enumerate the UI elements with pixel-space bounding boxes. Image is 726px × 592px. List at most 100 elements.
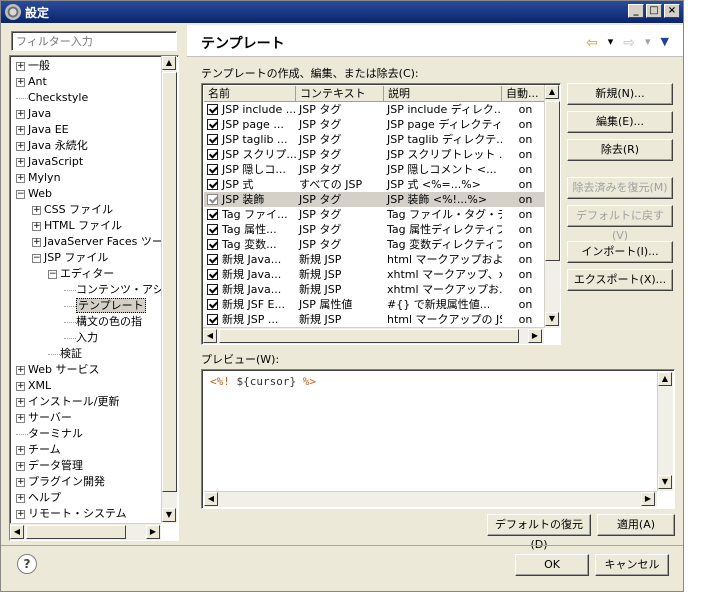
preview-horizontal-scrollbar[interactable]: ◀ ▶ (204, 491, 657, 507)
tree-item[interactable]: コンテンツ・アシ (64, 282, 164, 298)
column-header-description[interactable]: 説明 (384, 86, 502, 102)
table-row[interactable]: JSP include ... JSP タグ JSP include ディレク...… (204, 102, 546, 117)
view-menu-icon[interactable]: ▼ (661, 35, 669, 51)
table-row[interactable]: Tag ファイ... JSP タグ Tag ファイル・タグ・デ... on (204, 207, 546, 222)
table-vertical-scrollbar[interactable]: ▲ ▼ (544, 85, 560, 328)
expand-icon[interactable]: + (16, 477, 25, 487)
tree-item[interactable]: + データ管理 (16, 458, 83, 474)
table-row[interactable]: JSP 隠しコ... JSP タグ JSP 隠しコメント <... on (204, 162, 546, 177)
preview-vertical-scrollbar[interactable]: ▲ ▼ (657, 372, 673, 491)
expand-icon[interactable]: + (16, 493, 25, 503)
template-enabled-checkbox[interactable] (207, 193, 218, 205)
tree-item[interactable]: + リモート・システム (16, 506, 127, 522)
tree-item[interactable]: + 一般 (16, 58, 50, 74)
table-row[interactable]: JSP 装飾 JSP タグ JSP 装飾 <%!...%> on (204, 192, 546, 207)
back-icon[interactable]: ⇦ (586, 35, 598, 51)
tree-item[interactable]: − JSP ファイル (32, 250, 108, 266)
tree-item[interactable]: + Ant (16, 74, 47, 90)
expand-icon[interactable]: + (16, 141, 25, 151)
tree-item[interactable]: + JavaScript (16, 154, 83, 170)
tree-item[interactable]: + Java EE (16, 122, 69, 138)
table-row[interactable]: 新規 Java... 新規 JSP html マークアップおよ... on (204, 252, 546, 267)
expand-icon[interactable]: + (32, 205, 41, 215)
expand-icon[interactable]: + (16, 173, 25, 183)
new-button[interactable]: 新規(N)... (567, 83, 673, 105)
tree-item[interactable]: + XML (16, 378, 51, 394)
expand-icon[interactable]: + (16, 445, 25, 455)
template-enabled-checkbox[interactable] (207, 313, 218, 325)
cancel-button[interactable]: キャンセル (595, 554, 669, 576)
template-enabled-checkbox[interactable] (207, 283, 218, 295)
expand-icon[interactable]: + (16, 461, 25, 471)
tree-item[interactable]: − Web (16, 186, 52, 202)
table-row[interactable]: 新規 Java... 新規 JSP xhtml マークアップお... on (204, 282, 546, 297)
preview-scroll-left-arrow[interactable]: ◀ (204, 492, 218, 506)
table-row[interactable]: JSP taglib ... JSP タグ JSP taglib ディレクテ... o… (204, 132, 546, 147)
expand-icon[interactable]: + (32, 237, 41, 247)
template-enabled-checkbox[interactable] (207, 103, 218, 115)
tree-item[interactable]: 構文の色の指 (64, 314, 142, 330)
tree-scroll-thumb[interactable] (162, 72, 177, 492)
template-enabled-checkbox[interactable] (207, 163, 218, 175)
column-header-context[interactable]: コンテキスト (296, 86, 384, 102)
template-enabled-checkbox[interactable] (207, 208, 218, 220)
restore-removed-button[interactable]: 除去済みを復元(M) (567, 177, 673, 199)
collapse-icon[interactable]: − (48, 269, 57, 279)
expand-icon[interactable]: + (16, 397, 25, 407)
expand-icon[interactable]: + (16, 381, 25, 391)
preference-tree[interactable]: + 一般 + Ant Checkstyle + Java + Java EE + Java 永続化 +… (9, 55, 179, 541)
preview-scroll-down-arrow[interactable]: ▼ (658, 475, 672, 489)
forward-icon[interactable]: ⇨ (623, 35, 635, 51)
template-enabled-checkbox[interactable] (207, 238, 218, 250)
tree-item[interactable]: + Web サービス (16, 362, 99, 378)
table-row[interactable]: JSP page ... JSP タグ JSP page ディレクティブ on (204, 117, 546, 132)
template-enabled-checkbox[interactable] (207, 178, 218, 190)
tree-item[interactable]: + Java (16, 106, 51, 122)
tree-item[interactable]: 検証 (48, 346, 82, 362)
template-enabled-checkbox[interactable] (207, 118, 218, 130)
tree-item[interactable]: + サーバー (16, 410, 72, 426)
tree-item[interactable]: + Mylyn (16, 170, 61, 186)
column-header-name[interactable]: 名前 (204, 86, 296, 102)
tree-scroll-right-arrow[interactable]: ▶ (146, 525, 160, 539)
tree-item[interactable]: + CSS ファイル (32, 202, 113, 218)
import-button[interactable]: インポート(I)... (567, 241, 673, 263)
tree-item[interactable]: + インストール/更新 (16, 394, 120, 410)
table-scroll-down-arrow[interactable]: ▼ (545, 312, 559, 326)
template-enabled-checkbox[interactable] (207, 148, 218, 160)
maximize-button[interactable]: □ (646, 4, 662, 18)
tree-scroll-left-arrow[interactable]: ◀ (10, 525, 24, 539)
expand-icon[interactable]: + (16, 365, 25, 375)
expand-icon[interactable]: + (32, 221, 41, 231)
ok-button[interactable]: OK (515, 554, 589, 576)
template-enabled-checkbox[interactable] (207, 223, 218, 235)
expand-icon[interactable]: + (16, 61, 25, 71)
tree-vertical-scrollbar[interactable]: ▲ ▼ (161, 56, 177, 523)
apply-button[interactable]: 適用(A) (597, 514, 675, 536)
tree-scroll-down-arrow[interactable]: ▼ (162, 508, 176, 522)
tree-item[interactable]: − エディター (48, 266, 114, 282)
tree-item[interactable]: + チーム (16, 442, 61, 458)
remove-button[interactable]: 除去(R) (567, 139, 673, 161)
restore-defaults-button[interactable]: デフォルトの復元(D) (487, 514, 591, 551)
table-horizontal-scrollbar[interactable]: ◀ ▶ (203, 327, 544, 344)
table-hscroll-thumb[interactable] (219, 329, 519, 343)
expand-icon[interactable]: + (16, 157, 25, 167)
collapse-icon[interactable]: − (16, 189, 25, 199)
forward-dropdown-icon[interactable]: ▾ (645, 35, 651, 51)
table-scroll-thumb[interactable] (545, 101, 560, 261)
tree-item[interactable]: ターミナル (16, 426, 83, 442)
table-row[interactable]: Tag 属性... JSP タグ Tag 属性ディレクティブ on (204, 222, 546, 237)
template-enabled-checkbox[interactable] (207, 298, 218, 310)
minimize-button[interactable]: _ (628, 4, 644, 18)
table-row[interactable]: Tag 変数... JSP タグ Tag 変数ディレクティブ on (204, 237, 546, 252)
tree-horizontal-scrollbar[interactable]: ◀ ▶ (10, 523, 161, 540)
back-dropdown-icon[interactable]: ▾ (608, 35, 614, 51)
table-row[interactable]: 新規 JSF E... JSP 属性値 #{} で新規属性値... on (204, 297, 546, 312)
collapse-icon[interactable]: − (32, 253, 41, 263)
table-row[interactable]: 新規 Java... 新規 JSP xhtml マークアップ、x... on (204, 267, 546, 282)
tree-item[interactable]: 入力 (64, 330, 98, 346)
table-scroll-up-arrow[interactable]: ▲ (545, 85, 559, 99)
expand-icon[interactable]: + (16, 77, 25, 87)
tree-item[interactable]: + Java 永続化 (16, 138, 88, 154)
